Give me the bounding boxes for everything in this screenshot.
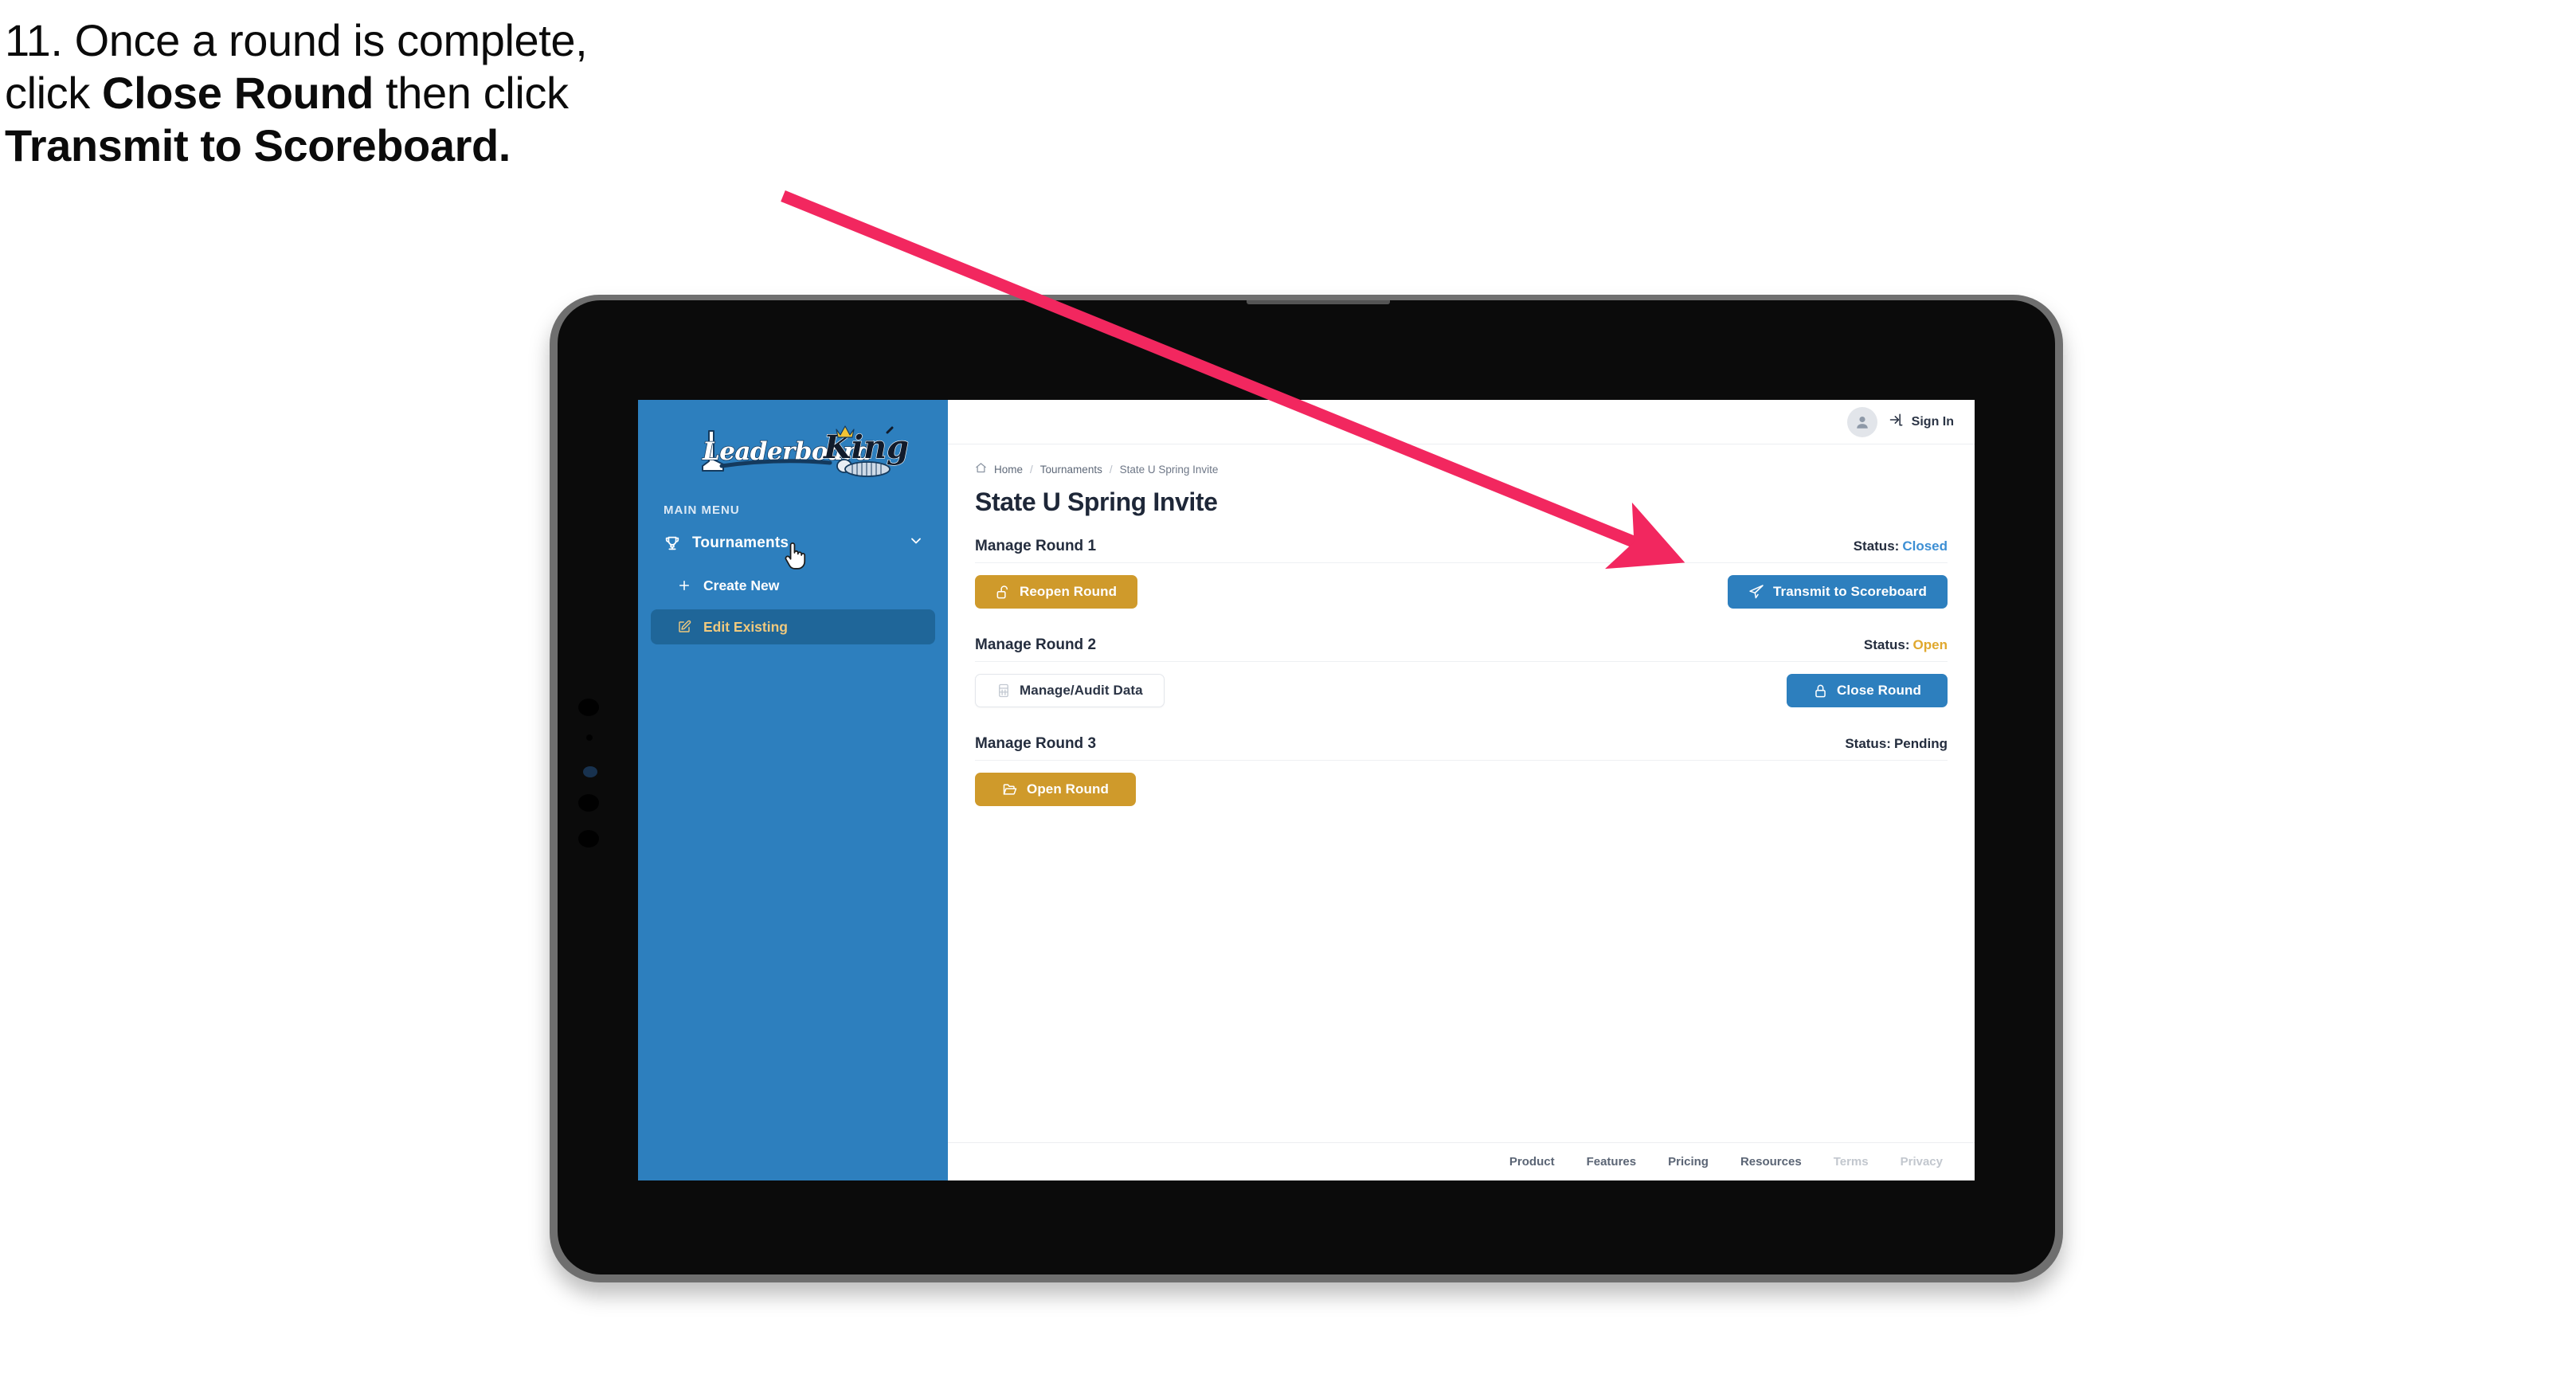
mouse-pointer-hand-cursor [785,542,806,570]
bezel-blemish [586,734,593,741]
round-status: Status: Closed [1854,538,1948,554]
sidebar-section-label: MAIN MENU [664,503,740,517]
round-actions: Open Round [975,772,1948,807]
round-status: Status: Open [1864,637,1948,653]
round-title: Manage Round 3 [975,735,1097,752]
breadcrumb: Home / Tournaments / State U Spring Invi… [975,462,1948,476]
sidebar-item-label: Tournaments [692,534,789,551]
breadcrumb-item-current: State U Spring Invite [1119,463,1219,476]
bezel-blemish [578,830,599,848]
caption-line-3-bold: Transmit to Scoreboard. [5,120,511,171]
main-content: Sign In Home / Tournaments / State U Spr… [948,400,1975,1180]
footer-link-pricing[interactable]: Pricing [1668,1155,1709,1169]
status-badge: Pending [1893,736,1948,751]
breadcrumb-item-tournaments[interactable]: Tournaments [1040,464,1102,476]
svg-text:King: King [823,429,909,466]
round-header: Manage Round 3 Status: Pending [975,735,1948,761]
trophy-icon [662,534,683,552]
round-actions: Manage/Audit Data Close Round [975,673,1948,708]
round-block-2: Manage Round 2 Status: Open Manage/Audit… [975,636,1948,708]
sign-in-arrow-icon [1889,412,1905,432]
sidebar-item-label: Create New [703,577,780,593]
footer-link-resources[interactable]: Resources [1740,1155,1802,1169]
app-screen: Leaderboard King MAIN MENU Tournaments C… [638,400,1975,1180]
chevron-down-icon[interactable] [908,533,924,554]
button-label: Manage/Audit Data [1020,683,1143,698]
reopen-round-button[interactable]: Reopen Round [975,575,1138,609]
caption-line-2-pre: click [5,68,103,119]
caption-line-3: Transmit to Scoreboard. [5,119,849,172]
status-badge: Open [1912,637,1948,652]
bezel-blemish [578,794,599,812]
bezel-blemish [578,699,599,716]
round-header: Manage Round 2 Status: Open [975,636,1948,662]
transmit-to-scoreboard-button[interactable]: Transmit to Scoreboard [1727,575,1948,609]
footer-link-privacy[interactable]: Privacy [1901,1155,1943,1169]
sidebar: Leaderboard King MAIN MENU Tournaments C… [638,400,948,1180]
button-label: Close Round [1837,683,1921,698]
page-content: Home / Tournaments / State U Spring Invi… [948,444,1975,1142]
round-header: Manage Round 1 Status: Closed [975,538,1948,563]
round-title: Manage Round 1 [975,538,1097,554]
status-label: Status: [1853,538,1900,554]
breadcrumb-separator: / [1109,463,1113,476]
button-label: Open Round [1027,781,1109,797]
screenshot-root: 11. Once a round is complete, click Clos… [0,0,2576,1386]
sign-in-button[interactable]: Sign In [1889,412,1954,432]
footer-link-terms[interactable]: Terms [1834,1155,1869,1169]
footer-link-features[interactable]: Features [1587,1155,1637,1169]
page-title: State U Spring Invite [975,487,1218,516]
round-actions: Reopen Round Transmit to Scoreboard [975,574,1948,609]
bezel-blemish [583,766,597,777]
breadcrumb-separator: / [1030,463,1033,476]
round-block-1: Manage Round 1 Status: Closed Reopen Rou… [975,538,1948,609]
round-status: Status: Pending [1845,736,1948,752]
paper-plane-icon [1748,584,1764,600]
calculator-icon [996,683,1011,698]
button-label: Transmit to Scoreboard [1772,584,1927,599]
caption-line-1: 11. Once a round is complete, [5,15,588,65]
sign-in-label: Sign In [1911,414,1954,429]
caption-line-2-bold: Close Round [102,68,374,119]
edit-pencil-icon [675,619,694,635]
button-label: Reopen Round [1020,584,1118,599]
app-logo[interactable]: Leaderboard King [638,411,948,487]
caption-line-2-post: then click [373,68,569,119]
status-badge: Closed [1902,538,1948,554]
sidebar-item-label: Edit Existing [703,618,788,635]
status-label: Status: [1863,637,1910,652]
plus-icon [675,578,694,593]
breadcrumb-item-home[interactable]: Home [994,464,1023,476]
user-avatar-icon[interactable] [1846,406,1877,437]
unlock-icon [996,585,1011,600]
home-icon[interactable] [975,462,987,476]
close-round-button[interactable]: Close Round [1787,674,1948,707]
open-round-button[interactable]: Open Round [975,773,1136,806]
sidebar-item-edit-existing[interactable]: Edit Existing [651,609,935,644]
manage-audit-data-button[interactable]: Manage/Audit Data [975,674,1165,707]
tablet-device-frame: Leaderboard King MAIN MENU Tournaments C… [550,295,2063,1282]
tablet-speaker-notch [1246,300,1390,304]
footer-link-product[interactable]: Product [1509,1155,1555,1169]
open-folder-icon [1002,781,1018,797]
round-title: Manage Round 2 [975,636,1097,653]
caption-line-2: click Close Round then click [5,67,849,119]
round-block-3: Manage Round 3 Status: Pending Open Roun… [975,735,1948,807]
tablet-bezel: Leaderboard King MAIN MENU Tournaments C… [558,300,2055,1274]
lock-icon [1813,683,1828,699]
footer-nav: Product Features Pricing Resources Terms… [948,1142,1975,1180]
leaderboard-king-logo-icon: Leaderboard King [701,425,909,477]
instruction-caption: 11. Once a round is complete, click Clos… [5,14,849,172]
sidebar-item-create-new[interactable]: Create New [651,568,935,603]
status-label: Status: [1845,736,1891,751]
top-bar: Sign In [948,400,1975,444]
